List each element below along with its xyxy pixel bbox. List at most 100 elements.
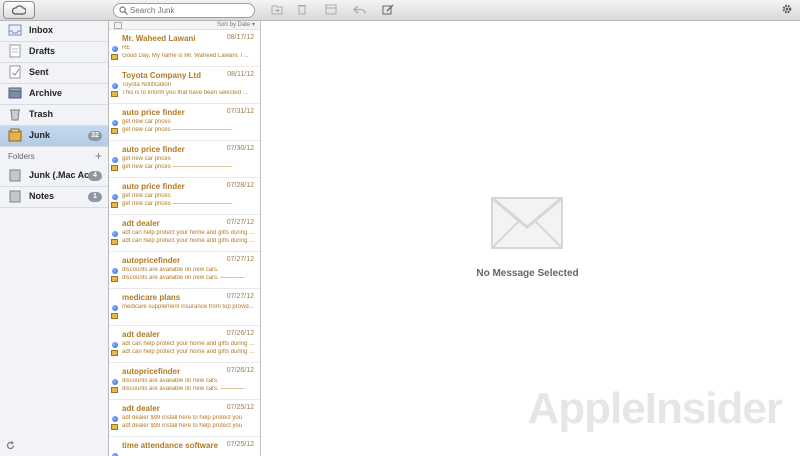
unread-dot-icon (112, 231, 118, 237)
archive-icon[interactable] (325, 4, 337, 15)
message-row[interactable]: autopricefinder 07/26/12 discounts are ava… (109, 363, 260, 400)
message-sender: Toyota Company Ltd (122, 71, 201, 80)
no-message-selected-text: No Message Selected (476, 268, 579, 279)
message-row[interactable]: adt dealer 07/25/12 adt dealer $99 install… (109, 400, 260, 437)
folders-header: Folders + (0, 149, 108, 165)
refresh-icon[interactable] (6, 441, 15, 450)
message-subject: get new car prices (122, 119, 171, 125)
message-date: 07/26/12 (226, 367, 254, 374)
unread-dot-icon (112, 342, 118, 348)
junk-badge-icon (111, 128, 118, 134)
unread-count-badge: 4 (88, 171, 102, 181)
sidebar-item-trash[interactable]: Trash (0, 105, 108, 126)
add-folder-button[interactable]: + (95, 149, 102, 163)
message-subject: adt can help protect your home and gifts… (122, 341, 255, 347)
mailbox-label: Sent (29, 67, 49, 77)
trash-icon[interactable] (298, 4, 306, 15)
unread-count-badge: 32 (88, 131, 102, 141)
list-header: Sort by Date ▾ (109, 21, 260, 30)
junk-badge-icon (111, 239, 118, 245)
select-checkbox[interactable] (114, 22, 122, 29)
sort-dropdown[interactable]: Sort by Date ▾ (217, 21, 255, 28)
message-preview: adt can help protect your home and gifts… (122, 349, 255, 355)
reply-icon[interactable] (353, 4, 366, 15)
folder-icon (9, 190, 21, 203)
message-row[interactable]: Toyota Company Ltd 08/11/12 Toyota Notific… (109, 67, 260, 104)
message-sender: autopricefinder (122, 367, 181, 376)
cloud-icon (12, 5, 26, 15)
message-row[interactable]: adt dealer 07/27/12 adt can help protect y… (109, 215, 260, 252)
sidebar-item-junk-mac-account[interactable]: Junk (.Mac Ac... 4 (0, 166, 108, 187)
message-sender: time attendance software (122, 441, 219, 450)
sidebar-item-archive[interactable]: Archive (0, 84, 108, 105)
message-preview: get new car prices —————————— (122, 127, 233, 133)
message-subject: Toyota Notification (122, 82, 172, 88)
message-preview: get new car prices —————————— (122, 201, 233, 207)
message-sender: auto price finder (122, 182, 185, 191)
folder-label: Notes (29, 191, 55, 201)
message-subject: adt dealer $99 install here to help prot… (122, 415, 243, 421)
unread-dot-icon (112, 268, 118, 274)
appleinsider-watermark: AppleInsider (527, 384, 783, 433)
message-date: 07/27/12 (226, 256, 254, 263)
message-subject: get new car prices (122, 156, 171, 162)
unread-count-badge: 1 (88, 192, 102, 202)
message-sender: adt dealer (122, 404, 160, 413)
message-subject: adt can help protect your home and gifts… (122, 230, 255, 236)
icloud-button[interactable] (3, 1, 35, 19)
message-date: 07/26/12 (226, 330, 254, 337)
envelope-icon (491, 197, 563, 249)
message-preview: This is to inform you that have been sel… (122, 90, 248, 96)
message-row[interactable]: autopricefinder 07/27/12 discounts are ava… (109, 252, 260, 289)
message-date: 07/31/12 (226, 108, 254, 115)
message-row[interactable]: time attendance software 07/25/12 (109, 437, 260, 456)
move-folder-icon[interactable] (271, 4, 283, 15)
message-date: 07/25/12 (226, 441, 254, 448)
message-row[interactable]: auto price finder 07/30/12 get new car pri… (109, 141, 260, 178)
junk-badge-icon (111, 387, 118, 393)
message-subject: discounts are available on new cars. (122, 378, 219, 384)
junk-badge-icon (111, 165, 118, 171)
unread-dot-icon (112, 194, 118, 200)
search-icon (119, 6, 128, 15)
message-sender: autopricefinder (122, 256, 181, 265)
sidebar-item-drafts[interactable]: Drafts (0, 42, 108, 63)
message-subject: get new car prices (122, 193, 171, 199)
mailbox-label: Inbox (29, 25, 53, 35)
message-row[interactable]: auto price finder 07/28/12 get new car pri… (109, 178, 260, 215)
message-row[interactable]: auto price finder 07/31/12 get new car pri… (109, 104, 260, 141)
search-field[interactable] (113, 3, 255, 18)
unread-dot-icon (112, 83, 118, 89)
message-sender: auto price finder (122, 108, 185, 117)
junk-badge-icon (111, 424, 118, 430)
message-date: 08/11/12 (227, 71, 254, 78)
sidebar-item-inbox[interactable]: Inbox (0, 21, 108, 42)
unread-dot-icon (112, 46, 118, 52)
junk-badge-icon (111, 91, 118, 97)
compose-icon[interactable] (382, 4, 394, 15)
message-sender: adt dealer (122, 219, 160, 228)
message-row[interactable]: Mr. Waheed Lawani 08/17/12 RE Good Day, My … (109, 30, 260, 67)
message-subject: medicare supplement insurance from top p… (122, 304, 254, 310)
gear-icon[interactable] (781, 3, 793, 15)
unread-dot-icon (112, 379, 118, 385)
message-sender: medicare plans (122, 293, 181, 302)
folders-label: Folders (8, 152, 35, 161)
mailbox-sidebar: Inbox Drafts Sent Archive Trash Junk 32 … (0, 21, 109, 456)
message-preview: get new car prices —————————— (122, 164, 233, 170)
sidebar-item-notes[interactable]: Notes 1 (0, 187, 108, 208)
message-row[interactable]: medicare plans 07/27/12 medicare supplemen… (109, 289, 260, 326)
sidebar-item-junk[interactable]: Junk 32 (0, 126, 108, 147)
message-date: 07/30/12 (226, 145, 254, 152)
message-row[interactable]: adt dealer 07/26/12 adt can help protect y… (109, 326, 260, 363)
sidebar-item-sent[interactable]: Sent (0, 63, 108, 84)
junk-badge-icon (111, 54, 118, 60)
folder-icon (9, 169, 21, 182)
search-input[interactable] (130, 4, 248, 17)
junk-badge-icon (111, 276, 118, 282)
message-list: Sort by Date ▾ Mr. Waheed Lawani 08/17/12… (109, 21, 261, 456)
message-date: 07/27/12 (226, 293, 254, 300)
message-sender: adt dealer (122, 330, 160, 339)
sort-label: Sort by Date (216, 22, 251, 28)
archive-box-icon (8, 87, 22, 99)
